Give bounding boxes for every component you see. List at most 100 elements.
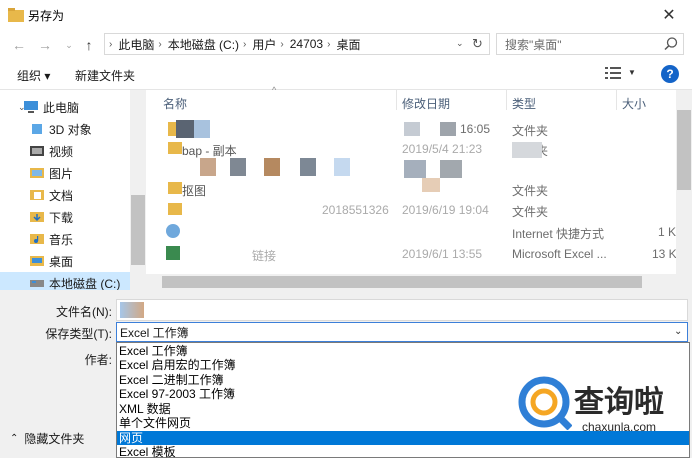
nav-item-desktop[interactable]: 桌面	[30, 250, 73, 272]
organize-button[interactable]: 组织 ▾	[17, 67, 50, 84]
file-row[interactable]: 2018551326 2019/6/19 19:04 文件夹	[160, 199, 677, 221]
column-header-name[interactable]: 名称	[163, 95, 187, 112]
chevron-down-icon[interactable]: ⌄	[674, 326, 682, 337]
column-header-modified[interactable]: 修改日期	[402, 95, 450, 112]
file-row[interactable]: 16:05 文件夹	[160, 118, 677, 140]
nav-item-label: 3D 对象	[49, 122, 92, 137]
nav-item-label: 音乐	[49, 232, 74, 247]
nav-scrollbar-thumb[interactable]	[131, 195, 145, 265]
nav-item-label: 此电脑	[43, 100, 80, 115]
recent-dropdown-icon[interactable]: ⌄	[60, 36, 78, 54]
breadcrumb-item[interactable]: 此电脑	[118, 36, 154, 53]
filename-label: 文件名(N):	[56, 305, 112, 319]
filetype-label: 保存类型(T):	[45, 327, 112, 341]
file-type: 文件夹	[512, 205, 549, 219]
nav-item-label: 图片	[49, 166, 74, 181]
file-type: 文件夹	[512, 184, 549, 198]
view-dropdown-icon[interactable]: ▼	[628, 68, 636, 77]
file-size: 13 K	[652, 247, 677, 261]
column-divider[interactable]	[506, 90, 507, 110]
refresh-icon[interactable]: ↻	[472, 36, 483, 52]
download-icon	[30, 212, 44, 222]
drive-icon	[30, 280, 44, 287]
file-row[interactable]: 抠图 文件夹	[160, 178, 677, 200]
chevron-up-icon: ⌃	[10, 433, 19, 444]
breadcrumb-item[interactable]: 本地磁盘 (C:)	[168, 36, 239, 53]
nav-item-pictures[interactable]: 图片	[30, 162, 73, 184]
column-divider[interactable]	[616, 90, 617, 110]
filetype-option[interactable]: Excel 模板	[117, 445, 689, 459]
view-options-icon[interactable]	[605, 66, 621, 80]
file-name: 抠图	[182, 184, 207, 198]
music-icon	[30, 234, 44, 244]
redacted-block	[440, 160, 462, 178]
file-type: Microsoft Excel ...	[512, 247, 607, 261]
nav-item-label: 下载	[49, 210, 74, 225]
forward-arrow-icon[interactable]: →	[36, 36, 54, 54]
redacted-block	[334, 158, 350, 176]
chevron-right-icon: ›	[280, 38, 284, 50]
chevron-right-icon: ›	[243, 38, 247, 50]
pictures-icon	[30, 168, 44, 178]
file-modified: 16:05	[460, 122, 491, 136]
nav-item-documents[interactable]: 文档	[30, 184, 73, 206]
nav-item-video[interactable]: 视频	[30, 140, 73, 162]
watermark-subtext: chaxunla.com	[582, 420, 657, 434]
column-header-type[interactable]: 类型	[512, 95, 536, 112]
redacted-block	[120, 302, 144, 318]
list-scrollbar-thumb[interactable]	[677, 110, 691, 190]
filetype-option[interactable]: Excel 工作簿	[117, 344, 689, 358]
nav-item-music[interactable]: 音乐	[30, 228, 73, 250]
nav-item-downloads[interactable]: 下载	[30, 206, 73, 228]
breadcrumb-item[interactable]: 24703	[290, 37, 323, 51]
file-modified: 2019/6/1 13:55	[402, 247, 483, 261]
folder-icon	[168, 142, 182, 154]
filename-input[interactable]	[116, 299, 688, 321]
chevron-right-icon: ›	[109, 38, 113, 50]
redacted-block	[300, 158, 316, 176]
up-arrow-icon[interactable]: ↑	[80, 36, 98, 54]
nav-item-3d-objects[interactable]: 3D 对象	[30, 118, 92, 140]
nav-item-label: 视频	[49, 144, 74, 159]
breadcrumb-item[interactable]: 用户	[252, 36, 276, 53]
file-modified: 2019/5/4 21:23	[402, 142, 483, 156]
watermark-logo-icon	[518, 376, 572, 430]
search-input[interactable]: 搜索"桌面"	[496, 33, 684, 55]
excel-file-icon	[166, 246, 180, 260]
redacted-block	[230, 158, 246, 176]
file-row[interactable]	[160, 156, 677, 178]
author-label: 作者:	[84, 353, 112, 367]
address-bar[interactable]: › 此电脑 › 本地磁盘 (C:) › 用户 › 24703 › 桌面	[104, 33, 490, 55]
hide-folders-toggle[interactable]: ⌃ 隐藏文件夹	[10, 430, 84, 447]
search-icon[interactable]	[663, 36, 679, 52]
file-name: 2018551326	[322, 203, 389, 217]
column-divider[interactable]	[396, 90, 397, 110]
chevron-right-icon: ›	[327, 38, 331, 50]
address-dropdown-icon[interactable]: ⌄	[456, 38, 464, 49]
back-arrow-icon[interactable]: ←	[10, 36, 28, 54]
redacted-block	[200, 158, 216, 176]
horizontal-scrollbar-thumb[interactable]	[162, 276, 642, 288]
folder-icon	[168, 182, 182, 194]
new-folder-button[interactable]: 新建文件夹	[75, 67, 135, 84]
column-header-size[interactable]: 大小	[622, 95, 646, 112]
file-row[interactable]: Internet 快捷方式 1 K	[160, 221, 677, 243]
redacted-block	[404, 160, 426, 178]
desktop-icon	[30, 256, 44, 266]
nav-item-this-pc[interactable]: 此电脑	[24, 96, 79, 118]
help-icon[interactable]: ?	[661, 65, 679, 83]
breadcrumb-item[interactable]: 桌面	[336, 36, 360, 53]
file-type: 文件夹	[512, 124, 549, 138]
nav-item-label: 桌面	[49, 254, 74, 269]
file-modified: 2019/6/19 19:04	[402, 203, 489, 217]
video-icon	[30, 146, 44, 156]
filetype-option[interactable]: Excel 启用宏的工作簿	[117, 358, 689, 372]
filetype-select[interactable]: Excel 工作簿	[116, 322, 688, 342]
redacted-thumbnail	[194, 120, 210, 138]
redacted-block	[440, 122, 456, 136]
close-button[interactable]: ✕	[646, 0, 692, 30]
nav-item-label: 本地磁盘 (C:)	[49, 276, 121, 291]
nav-item-label: 文档	[49, 188, 74, 203]
file-row[interactable]: 链接 2019/6/1 13:55 Microsoft Excel ... 13…	[160, 243, 677, 265]
redacted-block	[404, 122, 420, 136]
